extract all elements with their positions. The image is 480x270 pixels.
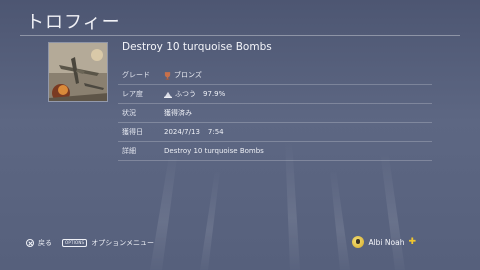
detail-row-rarity: レア度 ふつう 97.9%	[118, 85, 432, 104]
ps-plus-icon: ✚	[408, 236, 416, 247]
footer-controls: 戻る OPTIONS オプションメニュー	[26, 238, 154, 248]
status-text: 獲得済み	[164, 109, 192, 117]
grade-text: ブロンズ	[174, 71, 202, 79]
trophy-details: グレード ブロンズ レア度 ふつう 97.9% 状況 獲得済み 獲得日 2024…	[118, 66, 432, 161]
earned-time: 7:54	[207, 128, 224, 136]
earned-label: 獲得日	[122, 128, 143, 136]
detail-row-description: 詳細 Destroy 10 turquoise Bombs	[118, 142, 432, 161]
detail-row-earned: 獲得日 2024/7/13 7:54	[118, 123, 432, 142]
rarity-label: レア度	[122, 90, 143, 98]
avatar	[352, 236, 365, 248]
rarity-percent: 97.9%	[203, 90, 226, 98]
grade-value: ブロンズ	[164, 66, 202, 85]
rarity-icon	[164, 91, 172, 98]
bronze-trophy-icon	[164, 71, 171, 80]
airplane-battle-artwork-icon	[49, 43, 107, 101]
description-text: Destroy 10 turquoise Bombs	[164, 147, 264, 155]
status-label: 状況	[122, 109, 136, 117]
page-title: トロフィー	[26, 12, 121, 33]
trophy-name: Destroy 10 turquoise Bombs	[122, 41, 272, 53]
description-value: Destroy 10 turquoise Bombs	[164, 142, 264, 161]
cross-button-icon	[26, 239, 34, 247]
user-name: Albi Noah	[368, 237, 405, 247]
detail-row-status: 状況 獲得済み	[118, 104, 432, 123]
user-info[interactable]: Albi Noah ✚	[352, 236, 416, 248]
status-value: 獲得済み	[164, 104, 192, 123]
header-divider	[20, 35, 460, 36]
options-button-icon: OPTIONS	[62, 239, 88, 247]
grade-label: グレード	[122, 71, 150, 79]
trophy-thumbnail	[48, 42, 108, 102]
options-menu-label[interactable]: オプションメニュー	[91, 238, 154, 248]
rarity-value: ふつう 97.9%	[164, 85, 225, 104]
rarity-text: ふつう	[175, 90, 196, 98]
description-label: 詳細	[122, 147, 136, 155]
back-label[interactable]: 戻る	[38, 238, 52, 248]
earned-value: 2024/7/13 7:54	[164, 123, 224, 142]
earned-date: 2024/7/13	[164, 128, 200, 136]
detail-row-grade: グレード ブロンズ	[118, 66, 432, 85]
